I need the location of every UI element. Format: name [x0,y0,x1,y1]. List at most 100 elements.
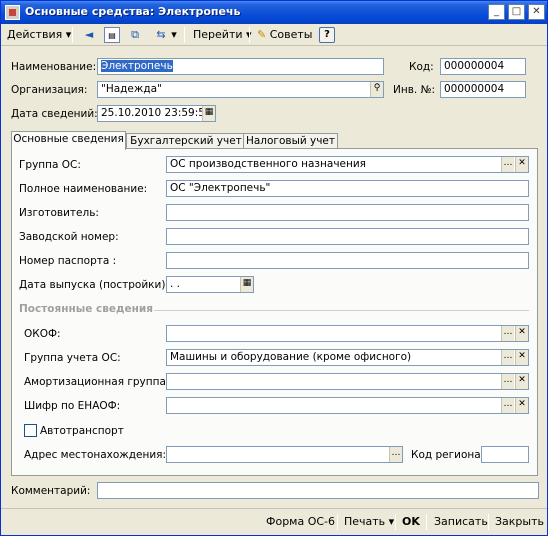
search-icon[interactable]: ⚲ [370,82,383,97]
tips-label: Советы [269,28,313,41]
ellipsis-icon[interactable]: … [501,157,514,172]
os-group-label: Группа ОС: [19,159,81,171]
clear-icon[interactable]: ✕ [515,157,528,172]
vehicle-checkbox-label: Автотранспорт [40,425,124,437]
code-label: Код: [409,61,434,73]
ellipsis-icon[interactable]: … [501,326,514,341]
os-group-input[interactable]: ОС производственного назначения … ✕ [166,156,529,173]
clear-icon[interactable]: ✕ [515,350,528,365]
calendar-icon[interactable]: ▦ [202,106,215,121]
info-date-label: Дата сведений: [11,108,98,120]
app-icon [5,5,20,20]
enaof-code-input[interactable]: … ✕ [166,397,529,414]
inventory-number-label: Инв. №: [393,84,436,96]
serial-number-input[interactable] [166,228,529,245]
manufacturer-label: Изготовитель: [19,207,99,219]
tab-accounting[interactable]: Бухгалтерский учет [126,133,246,149]
toolbar-separator [395,514,396,530]
structure-icon[interactable]: ⇆ [153,27,169,43]
toolbar-separator [337,514,338,530]
amortization-group-label: Амортизационная группа: [24,376,170,388]
print-menu[interactable]: Печать ▾ [344,515,394,528]
organization-input[interactable]: "Надежда" ⚲ [97,81,384,98]
clear-icon[interactable]: ✕ [515,398,528,413]
arrow-left-icon[interactable]: ◄ [81,27,97,43]
document-icon[interactable]: ▤ [104,27,120,43]
save-button[interactable]: Записать [434,515,488,528]
copy-icon[interactable]: ⧉ [127,27,143,43]
close-button[interactable]: Закрыть [495,515,544,528]
calendar-icon[interactable]: ▦ [240,277,253,292]
address-label: Адрес местонахождения: [24,449,167,461]
os-group-value: ОС производственного назначения [170,158,366,170]
actions-menu-label: Действия [7,28,63,41]
accounting-group-input[interactable]: Машины и оборудование (кроме офисного) …… [166,349,529,366]
help-button[interactable]: ? [319,27,335,43]
ellipsis-icon[interactable]: … [501,350,514,365]
release-date-input[interactable]: . . ▦ [166,276,254,293]
amortization-group-input[interactable]: … ✕ [166,373,529,390]
toolbar-separator [184,27,185,43]
actions-menu[interactable]: Действия ▾ [7,27,71,43]
passport-number-label: Номер паспорта : [19,255,117,267]
close-window-button[interactable]: ✕ [528,4,545,20]
ok-button[interactable]: OK [402,515,420,528]
chevron-down-icon: ▾ [65,28,72,41]
name-input[interactable]: Электропечь [97,58,384,75]
accounting-group-value: Машины и оборудование (кроме офисного) [170,351,412,363]
ellipsis-icon[interactable]: … [501,374,514,389]
toolbar-separator [249,27,250,43]
region-code-input[interactable] [481,446,529,463]
enaof-code-label: Шифр по ЕНАОФ: [24,400,121,412]
serial-number-label: Заводской номер: [19,231,119,243]
bottom-bar: Форма ОС-6 Печать ▾ OK Записать Закрыть [1,508,547,535]
clear-icon[interactable]: ✕ [515,374,528,389]
code-input[interactable]: 000000004 [440,58,526,75]
okof-label: ОКОФ: [24,328,61,340]
full-name-input[interactable]: ОС "Электропечь" [166,180,529,197]
toolbar-separator [72,27,73,43]
region-code-label: Код региона: [411,449,485,461]
permanent-info-title: Постоянные сведения [19,303,153,315]
window-title: Основные средства: Электропечь [25,5,241,18]
address-input[interactable]: … [166,446,403,463]
tab-tax[interactable]: Налоговый учет [243,133,338,149]
release-date-value: . . [170,278,181,290]
minimize-button[interactable]: _ [488,4,505,20]
comment-label: Комментарий: [11,485,91,497]
goto-menu-label: Перейти [193,28,243,41]
info-date-input[interactable]: 25.10.2010 23:59:59 ▦ [97,105,216,122]
release-date-label: Дата выпуска (постройки): [19,279,169,291]
ellipsis-icon[interactable]: … [501,398,514,413]
toolbar-separator [488,514,489,530]
inventory-number-input[interactable]: 000000004 [440,81,526,98]
lightbulb-icon: ✎ [257,28,267,41]
organization-label: Организация: [11,84,88,96]
chevron-down-icon[interactable]: ▾ [169,27,179,43]
maximize-button[interactable]: □ [508,4,525,20]
section-divider [154,310,529,311]
passport-number-input[interactable] [166,252,529,269]
vehicle-checkbox[interactable] [24,424,37,437]
chevron-down-icon: ▾ [388,515,395,528]
goto-menu[interactable]: Перейти ▾ [193,27,252,43]
accounting-group-label: Группа учета ОС: [24,352,121,364]
manufacturer-input[interactable] [166,204,529,221]
info-date-value: 25.10.2010 23:59:59 [101,107,212,119]
tips-button[interactable]: ✎ Советы [257,27,312,43]
title-bar: Основные средства: Электропечь _ □ ✕ [1,1,547,24]
full-name-label: Полное наименование: [19,183,148,195]
main-window: Основные средства: Электропечь _ □ ✕ Дей… [0,0,548,536]
print-menu-label: Печать [344,515,386,528]
comment-input[interactable] [97,482,539,499]
name-label: Наименование: [11,61,97,73]
name-value: Электропечь [101,60,173,72]
form-os6-button[interactable]: Форма ОС-6 [266,515,335,528]
toolbar: Действия ▾ ◄ ▤ ⧉ ⇆ ▾ Перейти ▾ ✎ Советы … [1,24,547,46]
clear-icon[interactable]: ✕ [515,326,528,341]
toolbar-separator [426,514,427,530]
okof-input[interactable]: … ✕ [166,325,529,342]
organization-value: "Надежда" [101,83,162,95]
ellipsis-icon[interactable]: … [389,447,402,462]
tab-main-info[interactable]: Основные сведения [11,131,126,150]
